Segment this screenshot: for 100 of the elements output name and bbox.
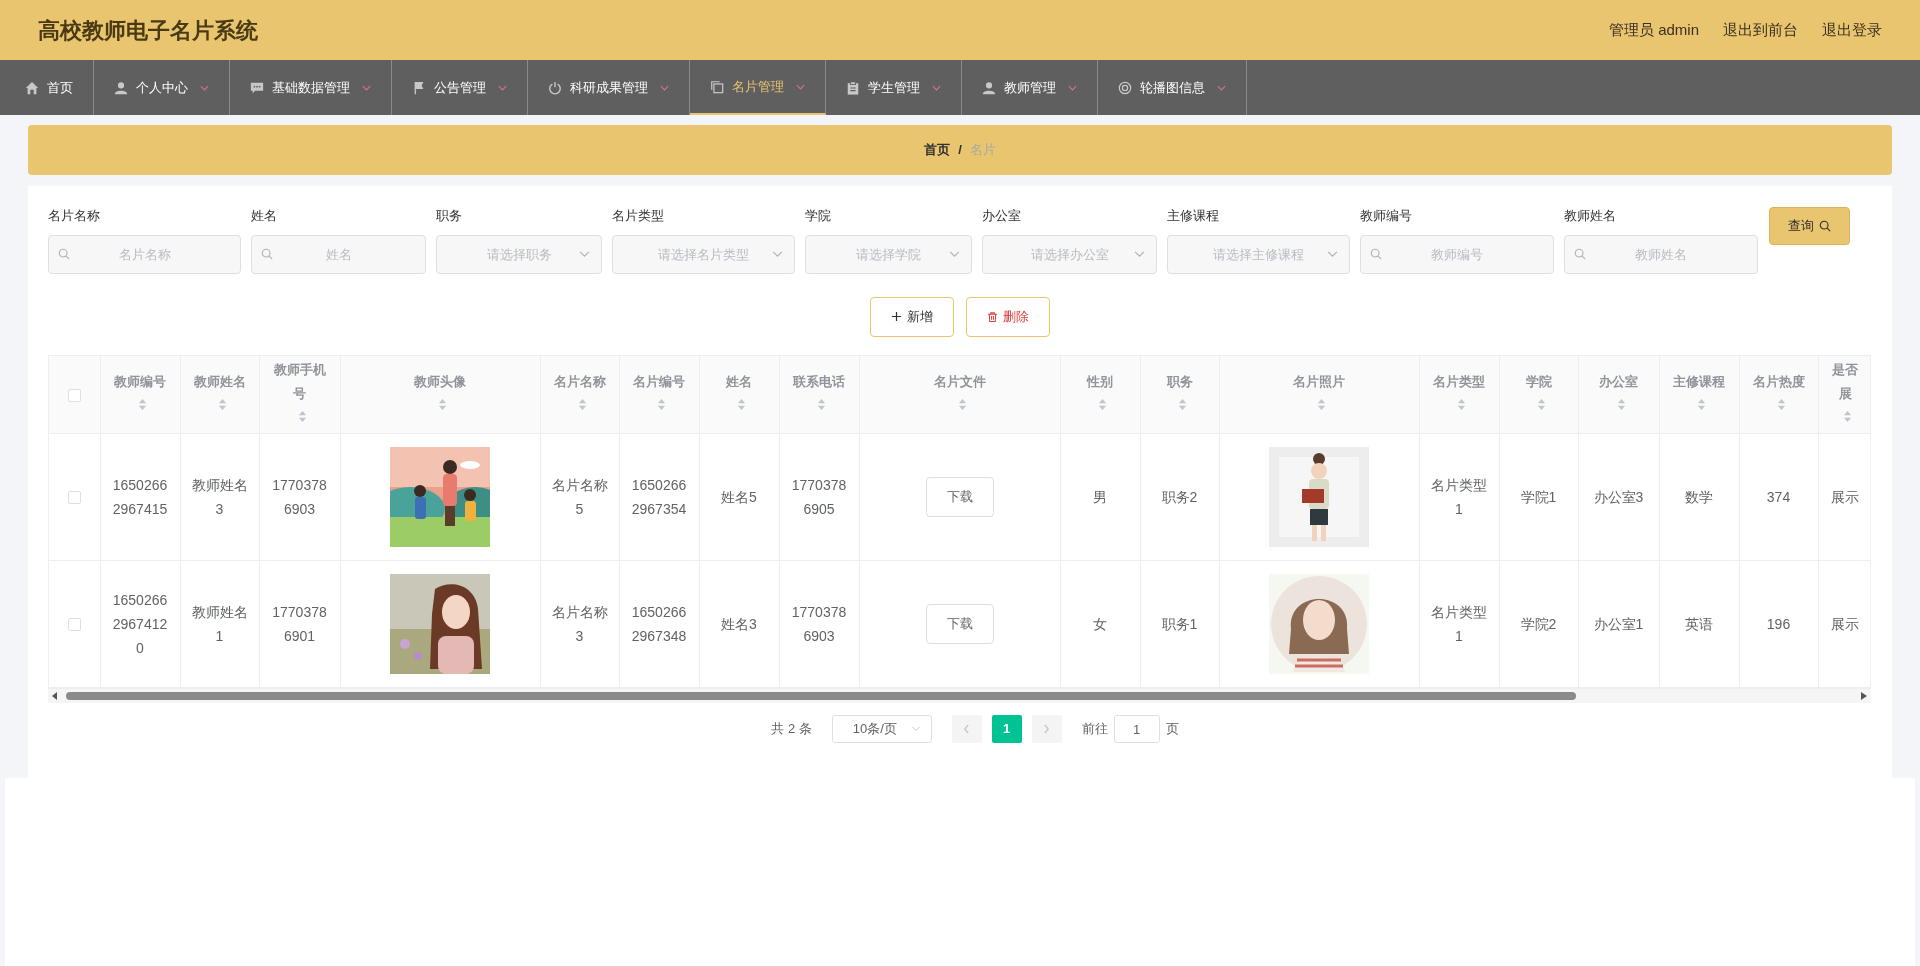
table-cell: 17703786903 bbox=[791, 604, 847, 644]
select-field[interactable]: 请选择职务 bbox=[436, 234, 602, 274]
nav-tab[interactable]: 轮播图信息 bbox=[1098, 60, 1247, 115]
page-size-select[interactable]: 10条/页 bbox=[831, 715, 932, 743]
table-cell: 16502662967415 bbox=[112, 477, 168, 517]
filter-label: 学院 bbox=[805, 207, 832, 225]
page-suffix: 页 bbox=[1165, 720, 1179, 739]
select-field[interactable]: 请选择主修课程 bbox=[1167, 234, 1350, 274]
table-cell: 名片类型1 bbox=[1431, 477, 1487, 517]
table-cell: 女 bbox=[1093, 616, 1107, 632]
horizontal-scrollbar[interactable] bbox=[48, 689, 1871, 703]
header-link[interactable]: 退出登录 bbox=[1822, 18, 1882, 42]
nav-tab[interactable]: 首页 bbox=[5, 60, 94, 115]
previous-page-button[interactable] bbox=[951, 715, 982, 743]
table-cell: 名片名称5 bbox=[551, 477, 608, 517]
chat-icon bbox=[250, 80, 264, 95]
column-header[interactable]: 名片类型 bbox=[1429, 370, 1489, 395]
sort-icon bbox=[577, 398, 587, 412]
query-button[interactable]: 查询 bbox=[1769, 207, 1850, 245]
page-input[interactable]: 1 bbox=[1113, 715, 1160, 743]
column-header[interactable]: 办公室 bbox=[1588, 370, 1649, 395]
table-cell: 学院1 bbox=[1520, 489, 1557, 505]
nav-tab[interactable]: 学生管理 bbox=[826, 60, 962, 115]
column-header[interactable]: 名片编号 bbox=[629, 370, 689, 395]
download-button[interactable]: 下载 bbox=[925, 604, 994, 644]
column-header[interactable]: 学院 bbox=[1509, 370, 1568, 395]
sort-icon bbox=[217, 398, 227, 412]
table-cell: 职务2 bbox=[1161, 489, 1198, 505]
search-field[interactable]: 名片名称 bbox=[48, 234, 241, 274]
header-link[interactable]: 管理员 admin bbox=[1608, 18, 1699, 42]
filter-label: 主修课程 bbox=[1167, 207, 1220, 225]
checkbox[interactable] bbox=[67, 491, 81, 505]
filter-label: 教师编号 bbox=[1360, 207, 1413, 225]
table-cell: 名片名称3 bbox=[551, 604, 608, 644]
chevron-down-icon bbox=[949, 250, 960, 258]
nav-tab[interactable]: 教师管理 bbox=[962, 60, 1098, 115]
column-header[interactable]: 教师姓名 bbox=[190, 370, 249, 395]
chevron-down-icon bbox=[579, 250, 590, 258]
column-header[interactable]: 名片名称 bbox=[550, 370, 609, 395]
table-cell: 姓名5 bbox=[721, 489, 757, 505]
search-icon bbox=[58, 247, 70, 260]
next-page-button[interactable] bbox=[1031, 715, 1062, 743]
column-header[interactable]: 教师头像 bbox=[350, 370, 530, 395]
nav-tab[interactable]: 名片管理 bbox=[690, 60, 826, 115]
column-header[interactable]: 联系电话 bbox=[789, 370, 849, 395]
scrollbar-thumb[interactable] bbox=[66, 692, 1576, 700]
column-header[interactable]: 名片热度 bbox=[1749, 370, 1808, 395]
select-field[interactable]: 请选择学院 bbox=[805, 234, 972, 274]
column-header[interactable]: 职务 bbox=[1150, 370, 1209, 395]
header-link[interactable]: 退出到前台 bbox=[1723, 18, 1798, 42]
table-cell: 办公室1 bbox=[1593, 616, 1644, 632]
table-cell: 16502662967348 bbox=[631, 604, 687, 644]
table-cell: 数学 bbox=[1685, 489, 1713, 505]
user-icon bbox=[982, 80, 996, 95]
nav-tab[interactable]: 公告管理 bbox=[392, 60, 528, 115]
search-field[interactable]: 教师姓名 bbox=[1564, 234, 1758, 274]
ring-icon bbox=[1118, 80, 1132, 95]
flag-icon bbox=[412, 80, 426, 95]
table-cell: 展示 bbox=[1831, 616, 1859, 632]
table-cell: 17703786905 bbox=[791, 477, 847, 517]
nav-tab[interactable]: 科研成果管理 bbox=[528, 60, 690, 115]
checkbox[interactable] bbox=[67, 388, 81, 402]
sort-icon bbox=[1776, 398, 1786, 412]
select-field[interactable]: 请选择办公室 bbox=[982, 234, 1157, 274]
download-button[interactable]: 下载 bbox=[925, 477, 994, 517]
nav-tab[interactable]: 个人中心 bbox=[94, 60, 230, 115]
table-cell: 展示 bbox=[1831, 489, 1859, 505]
breadcrumb-separator: / bbox=[958, 141, 962, 160]
column-header[interactable]: 名片照片 bbox=[1229, 370, 1409, 395]
sort-icon bbox=[1536, 398, 1546, 412]
column-header[interactable]: 教师编号 bbox=[110, 370, 170, 395]
search-icon bbox=[1574, 247, 1586, 260]
breadcrumb-link[interactable]: 首页 bbox=[924, 140, 951, 160]
column-header[interactable]: 是否展 bbox=[1828, 358, 1862, 407]
delete-button[interactable]: 删除 bbox=[966, 296, 1050, 337]
filter-label: 名片类型 bbox=[612, 207, 665, 225]
table-cell: 名片类型1 bbox=[1431, 604, 1487, 644]
table-cell: 英语 bbox=[1685, 616, 1713, 632]
search-field[interactable]: 教师编号 bbox=[1360, 234, 1554, 274]
filter-label: 名片名称 bbox=[48, 207, 101, 225]
add-button[interactable]: 新增 bbox=[870, 296, 954, 337]
search-icon bbox=[1370, 247, 1382, 260]
sort-icon bbox=[817, 398, 826, 412]
column-header[interactable]: 教师手机号 bbox=[269, 358, 330, 407]
nav-tab[interactable]: 基础数据管理 bbox=[230, 60, 392, 115]
column-header[interactable]: 姓名 bbox=[709, 370, 769, 395]
column-header[interactable]: 主修课程 bbox=[1669, 370, 1729, 395]
column-header[interactable]: 性别 bbox=[1070, 370, 1130, 395]
checkbox[interactable] bbox=[67, 618, 81, 632]
table-cell: 教师姓名1 bbox=[191, 604, 248, 644]
total-count: 共 2 条 bbox=[771, 720, 812, 739]
page-button[interactable]: 1 bbox=[991, 715, 1022, 743]
sort-icon bbox=[1177, 398, 1187, 412]
sort-icon bbox=[297, 410, 307, 424]
search-icon bbox=[261, 247, 273, 260]
table-cell: 165026629674120 bbox=[112, 592, 168, 656]
table-cell: 男 bbox=[1093, 489, 1107, 505]
column-header[interactable]: 名片文件 bbox=[869, 370, 1050, 395]
search-field[interactable]: 姓名 bbox=[251, 234, 426, 274]
select-field[interactable]: 请选择名片类型 bbox=[612, 234, 795, 274]
